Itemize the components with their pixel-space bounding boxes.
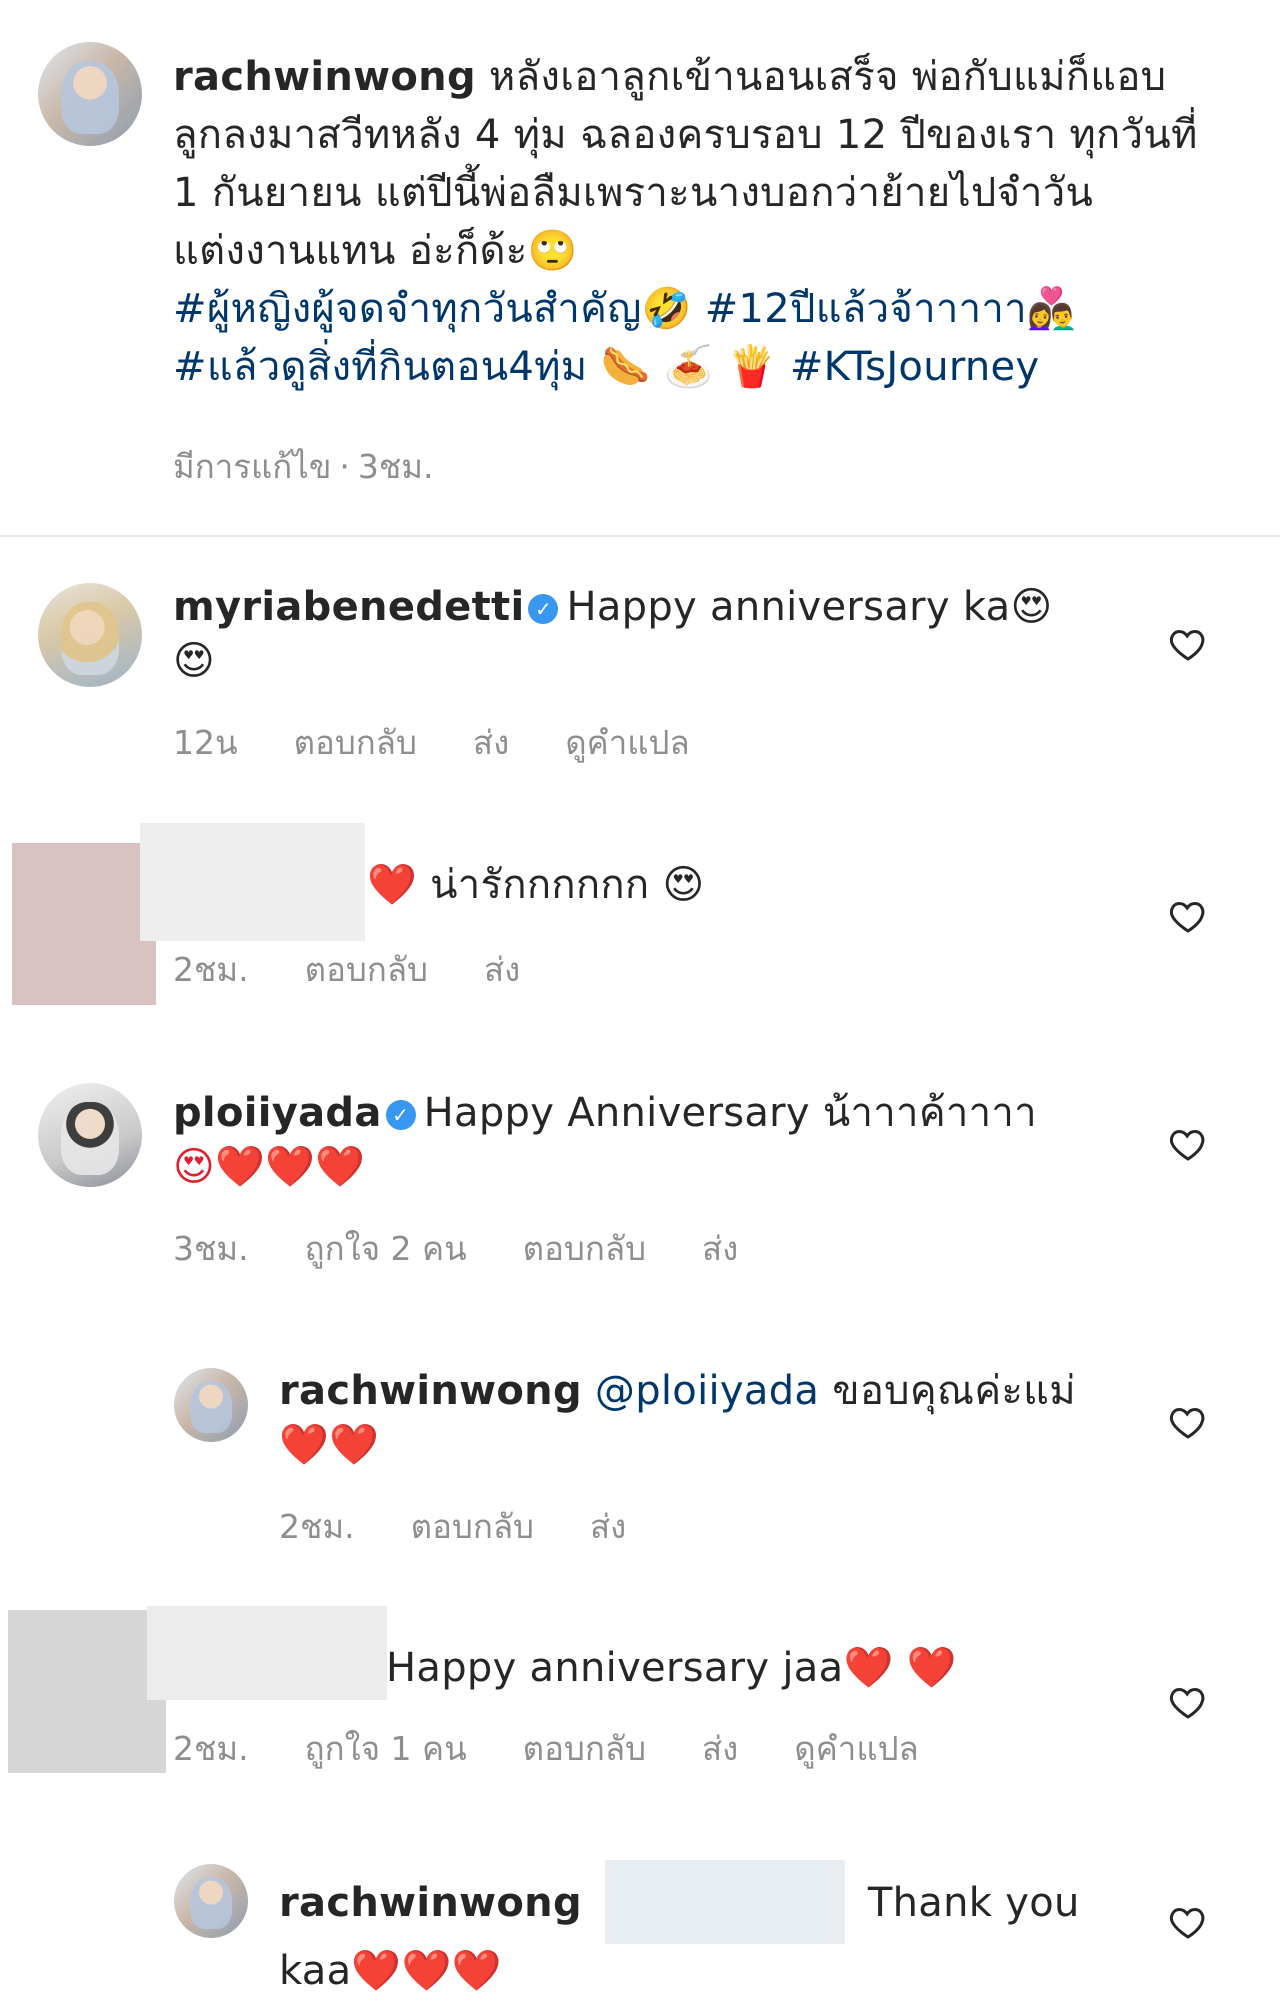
meta-separator: · xyxy=(339,447,350,486)
reply-comment: rachwinwong Thank you kaa❤️❤️❤️ xyxy=(279,1860,1099,1998)
send-button[interactable]: ส่ง xyxy=(484,950,520,989)
like-heart-icon[interactable] xyxy=(1168,896,1208,936)
caption-emoji: 🌭 🍝 🍟 xyxy=(600,344,777,390)
comment-time: 2ชม. xyxy=(279,1507,355,1546)
divider xyxy=(0,535,1280,537)
redacted-avatar xyxy=(12,843,156,1005)
redacted-username xyxy=(140,823,365,941)
comment-text: Happy Anniversary น้าาาค้าาาา xyxy=(423,1090,1037,1136)
comment-emoji: ❤️❤️ xyxy=(279,1422,380,1468)
comment-meta: 3ชม. ถูกใจ 2 คน ตอบกลับ ส่ง xyxy=(173,1222,794,1275)
comment-emoji: 😍❤️❤️❤️ xyxy=(173,1144,366,1190)
verified-badge-icon: ✓ xyxy=(528,594,559,624)
reply-button[interactable]: ตอบกลับ xyxy=(305,950,428,989)
comment-emoji: 😍 xyxy=(1010,584,1053,630)
comment-time: 12น xyxy=(173,723,238,762)
reply-avatar[interactable] xyxy=(174,1368,248,1442)
comment-avatar[interactable] xyxy=(38,1083,142,1187)
reply-avatar[interactable] xyxy=(174,1864,248,1938)
comment: Happy anniversary jaa❤️ ❤️ xyxy=(386,1641,1106,1695)
likes-count[interactable]: ถูกใจ 2 คน xyxy=(305,1229,467,1268)
hashtag-link[interactable]: #12ปีแล้วจ้าาาาา xyxy=(705,286,1027,332)
redacted-mention xyxy=(604,1860,845,1944)
comment-time: 2ชม. xyxy=(173,950,249,989)
like-heart-icon[interactable] xyxy=(1168,1902,1208,1942)
comment-time: 2ชม. xyxy=(173,1729,249,1768)
like-heart-icon[interactable] xyxy=(1168,1402,1208,1442)
like-heart-icon[interactable] xyxy=(1168,1682,1208,1722)
comment-emoji: 😍 xyxy=(173,638,215,684)
hashtag-link[interactable]: #KTsJourney xyxy=(790,344,1040,390)
post-meta: มีการแก้ไข · 3ชม. xyxy=(173,440,490,493)
post-time: 3ชม. xyxy=(357,447,434,486)
likes-count[interactable]: ถูกใจ 1 คน xyxy=(305,1729,467,1768)
comment: ❤️ น่ารักกกกกก 😍 xyxy=(367,858,1087,912)
comment-emoji: ❤️ ❤️ xyxy=(843,1645,957,1691)
comment: ploiiyada ✓ Happy Anniversary น้าาาค้าาาา … xyxy=(173,1086,1093,1194)
redacted-username xyxy=(147,1606,387,1700)
hashtag-link[interactable]: #ผู้หญิงผู้จดจำทุกวันสำคัญ xyxy=(173,286,642,332)
like-heart-icon[interactable] xyxy=(1168,1124,1208,1164)
reply-button[interactable]: ตอบกลับ xyxy=(523,1729,646,1768)
comment: myriabenedetti ✓ Happy anniversary ka😍 😍 xyxy=(173,580,1093,688)
see-translation-button[interactable]: ดูคำแปล xyxy=(794,1729,918,1768)
comment-heart-emoji: ❤️ xyxy=(367,862,418,908)
mention-link[interactable]: @ploiiyada xyxy=(595,1368,819,1414)
verified-badge-icon: ✓ xyxy=(385,1100,416,1130)
comment-text: kaa xyxy=(279,1948,352,1994)
caption-emoji: 🤣 xyxy=(641,286,692,332)
reply-comment: rachwinwong @ploiiyada ขอบคุณค่ะแม่ ❤️❤️ xyxy=(279,1364,1099,1472)
comment-text: Happy anniversary ka xyxy=(566,584,1011,630)
redacted-avatar xyxy=(8,1610,166,1773)
comment-username[interactable]: rachwinwong xyxy=(279,1880,582,1926)
reply-button[interactable]: ตอบกลับ xyxy=(411,1507,534,1546)
post-author-avatar[interactable] xyxy=(38,42,142,146)
comment-time: 3ชม. xyxy=(173,1229,249,1268)
caption-emoji: 👩‍❤️‍👨 xyxy=(1026,286,1078,332)
send-button[interactable]: ส่ง xyxy=(473,723,509,762)
send-button[interactable]: ส่ง xyxy=(702,1729,738,1768)
comment-meta: 2ชม. ตอบกลับ ส่ง xyxy=(173,943,576,996)
caption-emoji: 🙄 xyxy=(527,228,578,274)
comment-meta: 2ชม. ถูกใจ 1 คน ตอบกลับ ส่ง ดูคำแปล xyxy=(173,1722,975,1775)
send-button[interactable]: ส่ง xyxy=(702,1229,738,1268)
comment-text: Happy anniversary jaa xyxy=(386,1645,844,1691)
comment-text: น่ารักกกกกก xyxy=(430,862,650,908)
comment-text: Thank you xyxy=(867,1880,1080,1926)
comment-text: ขอบคุณค่ะแม่ xyxy=(832,1368,1076,1414)
post-caption: rachwinwong หลังเอาลูกเข้านอนเสร็จ พ่อกั… xyxy=(173,48,1213,396)
comment-meta: 12น ตอบกลับ ส่ง ดูคำแปล xyxy=(173,716,746,769)
comment-username[interactable]: rachwinwong xyxy=(279,1368,582,1414)
edited-label: มีการแก้ไข xyxy=(173,447,332,486)
like-heart-icon[interactable] xyxy=(1168,624,1208,664)
see-translation-button[interactable]: ดูคำแปล xyxy=(565,723,689,762)
comment-emoji: ❤️❤️❤️ xyxy=(351,1948,502,1994)
comment-meta: 2ชม. ตอบกลับ ส่ง xyxy=(279,1500,682,1553)
send-button[interactable]: ส่ง xyxy=(590,1507,626,1546)
reply-button[interactable]: ตอบกลับ xyxy=(294,723,417,762)
comment-avatar[interactable] xyxy=(38,583,142,687)
hashtag-link[interactable]: #แล้วดูสิ่งที่กินตอน4ทุ่ม xyxy=(173,344,587,390)
post-username[interactable]: rachwinwong xyxy=(173,54,476,100)
comment-username[interactable]: ploiiyada xyxy=(173,1090,382,1136)
comment-username[interactable]: myriabenedetti xyxy=(173,584,524,630)
comment-emoji: 😍 xyxy=(662,862,705,908)
reply-button[interactable]: ตอบกลับ xyxy=(523,1229,646,1268)
